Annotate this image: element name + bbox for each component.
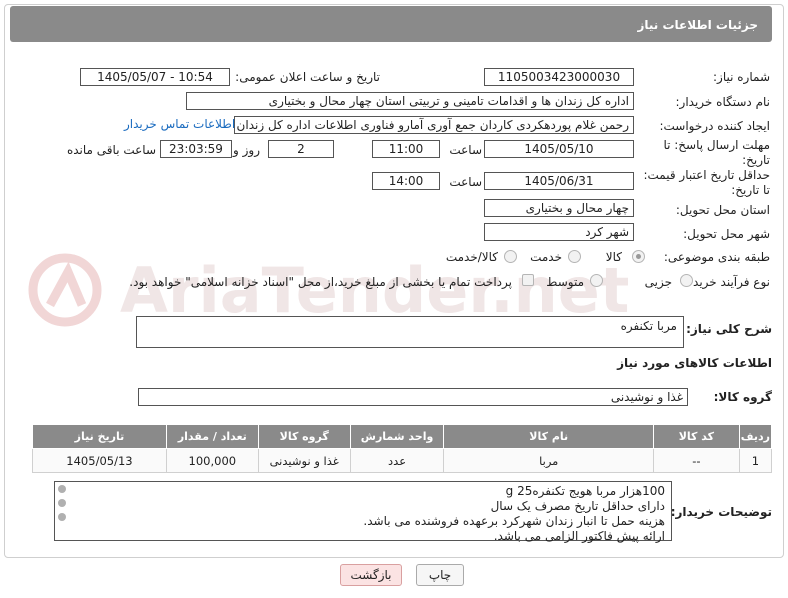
need-desc-textarea[interactable]: مربا تکنفره xyxy=(136,316,684,348)
col-code: کد کالا xyxy=(652,424,740,449)
cell-need-date: 1405/05/13 xyxy=(32,448,167,473)
buyer-org-field: اداره کل زندان ها و اقدامات تامینی و ترب… xyxy=(186,92,634,110)
col-quantity: تعداد / مقدار xyxy=(165,424,259,449)
goods-info-heading: اطلاعات کالاهای مورد نیاز xyxy=(617,356,772,370)
announce-datetime-label: تاریخ و ساعت اعلان عمومی: xyxy=(235,70,380,84)
reply-date-field: 1405/05/10 xyxy=(484,140,634,158)
process-radio-minor[interactable] xyxy=(680,274,693,287)
table-header-row: ردیف کد کالا نام کالا واحد شمارش گروه کا… xyxy=(32,424,773,449)
table-row: 1 -- مربا عدد غذا و نوشیدنی 100,000 1405… xyxy=(32,448,773,473)
cell-name: مربا xyxy=(443,448,654,473)
buyer-notes-textarea[interactable]: 100هزار مربا هویج تکنفره25 g دارای حداقل… xyxy=(54,481,672,543)
buyer-notes-label: توضیحات خریدار: xyxy=(670,505,772,519)
col-row: ردیف xyxy=(738,424,773,449)
scroll-thumb-dot[interactable] xyxy=(58,499,66,507)
contact-buyer-link[interactable]: اطلاعات تماس خریدار xyxy=(124,117,235,131)
remaining-time-field: 23:03:59 xyxy=(160,140,232,158)
notes-scrollbar[interactable] xyxy=(56,483,68,539)
col-unit: واحد شمارش xyxy=(349,424,445,449)
category-option-goods-service: کالا/خدمت xyxy=(445,250,498,264)
remaining-days-field: 2 xyxy=(268,140,334,158)
reply-time-field: 11:00 xyxy=(372,140,440,158)
scroll-down-dot[interactable] xyxy=(58,513,66,521)
payment-note: پرداخت تمام یا بخشی از مبلغ خرید،از محل … xyxy=(129,275,512,289)
delivery-city-label: شهر محل تحویل: xyxy=(683,227,770,241)
items-table: ردیف کد کالا نام کالا واحد شمارش گروه کا… xyxy=(32,424,773,473)
process-radio-medium[interactable] xyxy=(590,274,603,287)
category-radio-goods-service[interactable] xyxy=(504,250,517,263)
goods-group-label: گروه کالا: xyxy=(713,390,772,404)
col-need-date: تاریخ نیاز xyxy=(32,424,167,449)
panel-title: جزئیات اطلاعات نیاز xyxy=(637,18,758,32)
province-field: چهار محال و بختیاری xyxy=(484,199,634,217)
process-type-label: نوع فرآیند خرید : xyxy=(685,275,770,289)
scroll-up-dot[interactable] xyxy=(58,485,66,493)
day-and-label: روز و xyxy=(233,143,260,157)
price-validity-label: حداقل تاریخ اعتبار قیمت: تا تاریخ: xyxy=(643,168,770,197)
requester-label: ایجاد کننده درخواست: xyxy=(659,119,770,133)
price-time-field: 14:00 xyxy=(372,172,440,190)
category-radio-goods[interactable] xyxy=(632,250,645,263)
remaining-label: ساعت باقی مانده xyxy=(66,143,156,157)
need-number-field: 1105003423000030 xyxy=(484,68,634,86)
reply-deadline-label: مهلت ارسال پاسخ: تا تاریخ: xyxy=(663,138,770,167)
cell-code: -- xyxy=(652,448,740,473)
category-option-service: خدمت xyxy=(530,250,562,264)
back-button[interactable]: بازگشت xyxy=(340,564,402,586)
category-option-goods: کالا xyxy=(605,250,622,264)
process-option-medium: متوسط xyxy=(546,275,584,289)
col-group: گروه کالا xyxy=(257,424,351,449)
requester-field: رحمن غلام پوردهکردی کاردان جمع آوری آمار… xyxy=(234,116,634,134)
delivery-province-label: استان محل تحویل: xyxy=(675,203,770,217)
category-radio-service[interactable] xyxy=(568,250,581,263)
category-label: طبقه بندی موضوعی: xyxy=(663,250,770,264)
note-line: هزینه حمل تا انبار زندان شهرکرد برعهده ف… xyxy=(363,514,665,528)
need-number-label: شماره نیاز: xyxy=(713,70,770,84)
price-hour-label: ساعت xyxy=(449,175,482,189)
note-line: ارائه پیش فاکتور الزامی می باشد. xyxy=(493,529,665,543)
need-desc-label: شرح کلی نیاز: xyxy=(686,322,772,336)
reply-hour-label: ساعت xyxy=(449,143,482,157)
cell-row: 1 xyxy=(738,448,773,473)
buyer-org-label: نام دستگاه خریدار: xyxy=(675,95,771,109)
col-name: نام کالا xyxy=(443,424,654,449)
note-line: دارای حداقل تاریخ مصرف یک سال xyxy=(490,499,665,513)
goods-group-field: غذا و نوشیدنی xyxy=(138,388,688,406)
city-field: شهر کرد xyxy=(484,223,634,241)
print-button[interactable]: چاپ xyxy=(416,564,464,586)
cell-unit: عدد xyxy=(349,448,445,473)
panel-header: جزئیات اطلاعات نیاز xyxy=(10,6,772,42)
cell-quantity: 100,000 xyxy=(165,448,259,473)
treasury-payment-checkbox[interactable] xyxy=(522,274,534,286)
announce-datetime-field: 1405/05/07 - 10:54 xyxy=(80,68,230,86)
note-line: 100هزار مربا هویج تکنفره25 g xyxy=(505,484,665,498)
price-date-field: 1405/06/31 xyxy=(484,172,634,190)
process-option-minor: جزیی xyxy=(644,275,672,289)
cell-group: غذا و نوشیدنی xyxy=(257,448,351,473)
